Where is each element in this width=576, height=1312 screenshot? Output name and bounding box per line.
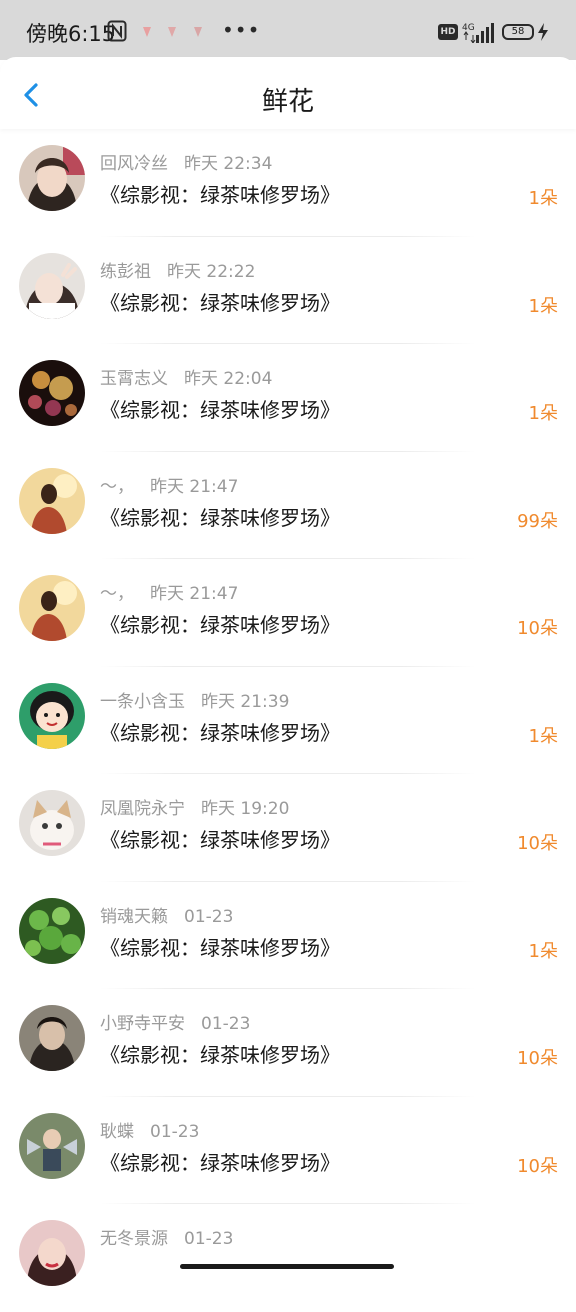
book-title: 《综影视：绿茶味修罗场》	[100, 505, 340, 530]
user-name[interactable]: 玉霄志义	[100, 369, 168, 389]
header: 鲜花	[0, 57, 576, 129]
timestamp: 昨天 21:47	[150, 476, 239, 497]
timestamp: 01-23	[150, 1121, 200, 1142]
list-item[interactable]: 无冬景源 01-23	[0, 1204, 576, 1312]
charging-icon	[538, 23, 548, 41]
flower-count: 10朵	[517, 618, 558, 639]
avatar[interactable]	[19, 790, 85, 856]
list-item[interactable]: 耿蝶 01-23 《综影视：绿茶味修罗场》 10朵	[0, 1097, 576, 1204]
avatar[interactable]	[19, 682, 85, 749]
home-indicator[interactable]	[180, 1264, 394, 1269]
flower-count: 1朵	[528, 940, 558, 962]
list-item[interactable]: 销魂天籁 01-23 《综影视：绿茶味修罗场》 1朵	[0, 882, 576, 989]
flower-count: 1朵	[528, 725, 558, 747]
list-item[interactable]: 一条小含玉 昨天 21:39 《综影视：绿茶味修罗场》 1朵	[0, 667, 576, 774]
avatar[interactable]	[19, 145, 85, 211]
book-title: 《综影视：绿茶味修罗场》	[100, 613, 340, 637]
signal-icon: 4G	[462, 23, 494, 43]
flower-count: 1朵	[528, 188, 558, 209]
item-meta: 一条小含玉 昨天 21:39	[100, 687, 289, 712]
hd-icon: HD	[438, 24, 458, 40]
flower-count: 10朵	[517, 833, 558, 854]
avatar[interactable]	[19, 1112, 85, 1179]
flower-count: 99朵	[517, 510, 558, 532]
item-meta: ～， 昨天 21:47	[100, 579, 238, 604]
book-title: 《综影视：绿茶味修罗场》	[100, 290, 340, 315]
book-title: 《综影视：绿茶味修罗场》	[100, 935, 340, 960]
page-title: 鲜花	[261, 87, 314, 117]
status-bar: 傍晚6:15 ••• HD 4G 58	[0, 0, 576, 60]
more-icon: •••	[222, 18, 261, 42]
item-meta: 练彭祖 昨天 22:22	[100, 257, 255, 282]
avatar[interactable]	[19, 1005, 85, 1071]
item-meta: 凤凰院永宁 昨天 19:20	[100, 794, 289, 819]
timestamp: 昨天 22:04	[184, 369, 273, 389]
flower-list: 回风冷丝 昨天 22:34 《综影视：绿茶味修罗场》 1朵 练彭祖 昨天 22:22…	[0, 129, 576, 1312]
item-meta: 玉霄志义 昨天 22:04	[100, 364, 272, 389]
item-meta: 小野寺平安 01-23	[100, 1009, 250, 1034]
list-item[interactable]: 小野寺平安 01-23 《综影视：绿茶味修罗场》 10朵	[0, 989, 576, 1097]
avatar[interactable]	[19, 252, 85, 319]
flower-count: 1朵	[528, 295, 558, 317]
timestamp: 01-23	[184, 906, 234, 927]
user-name[interactable]: 无冬景源	[100, 1229, 168, 1249]
notification-icon	[143, 27, 151, 37]
list-item[interactable]: ～， 昨天 21:47 《综影视：绿茶味修罗场》 10朵	[0, 559, 576, 667]
item-meta: 回风冷丝 昨天 22:34	[100, 149, 272, 174]
item-meta: 耿蝶 01-23	[100, 1117, 199, 1142]
list-item[interactable]: 凤凰院永宁 昨天 19:20 《综影视：绿茶味修罗场》 10朵	[0, 774, 576, 882]
flower-count: 1朵	[528, 403, 558, 424]
nfc-icon	[107, 20, 127, 42]
avatar[interactable]	[19, 360, 85, 426]
user-name[interactable]: ～，	[100, 477, 134, 497]
avatar[interactable]	[19, 897, 85, 964]
user-name[interactable]: 一条小含玉	[100, 692, 185, 712]
notification-icon	[168, 27, 176, 37]
avatar[interactable]	[19, 467, 85, 534]
timestamp: 昨天 21:39	[201, 691, 290, 712]
list-item[interactable]: 回风冷丝 昨天 22:34 《综影视：绿茶味修罗场》 1朵	[0, 129, 576, 237]
user-name[interactable]: 练彭祖	[100, 262, 151, 282]
avatar[interactable]	[19, 575, 85, 641]
book-title: 《综影视：绿茶味修罗场》	[100, 398, 340, 422]
timestamp: 昨天 22:34	[184, 154, 273, 174]
book-title: 《综影视：绿茶味修罗场》	[100, 1150, 340, 1175]
flower-count: 10朵	[517, 1155, 558, 1177]
list-item[interactable]: 练彭祖 昨天 22:22 《综影视：绿茶味修罗场》 1朵	[0, 237, 576, 344]
user-name[interactable]: 销魂天籁	[100, 907, 168, 927]
timestamp: 01-23	[184, 1229, 234, 1249]
list-item[interactable]: 玉霄志义 昨天 22:04 《综影视：绿茶味修罗场》 1朵	[0, 344, 576, 452]
svg-text:4G: 4G	[462, 23, 475, 33]
user-name[interactable]: 小野寺平安	[100, 1014, 185, 1034]
book-title: 《综影视：绿茶味修罗场》	[100, 183, 340, 207]
book-title: 《综影视：绿茶味修罗场》	[100, 1043, 340, 1067]
timestamp: 01-23	[201, 1014, 251, 1034]
status-time: 傍晚6:15	[26, 22, 116, 46]
item-meta: 无冬景源 01-23	[100, 1224, 233, 1249]
flower-count: 10朵	[517, 1048, 558, 1069]
user-name[interactable]: ～，	[100, 584, 134, 604]
user-name[interactable]: 回风冷丝	[100, 154, 168, 174]
avatar[interactable]	[19, 1220, 85, 1286]
book-title: 《综影视：绿茶味修罗场》	[100, 828, 340, 852]
user-name[interactable]: 耿蝶	[100, 1122, 134, 1142]
timestamp: 昨天 21:47	[150, 584, 239, 604]
list-item[interactable]: ～， 昨天 21:47 《综影视：绿茶味修罗场》 99朵	[0, 452, 576, 559]
timestamp: 昨天 19:20	[201, 799, 290, 819]
battery-icon: 58	[502, 24, 534, 40]
notification-icon	[194, 27, 202, 37]
user-name[interactable]: 凤凰院永宁	[100, 799, 185, 819]
timestamp: 昨天 22:22	[167, 261, 256, 282]
item-meta: ～， 昨天 21:47	[100, 472, 238, 497]
book-title: 《综影视：绿茶味修罗场》	[100, 720, 340, 745]
item-meta: 销魂天籁 01-23	[100, 902, 233, 927]
